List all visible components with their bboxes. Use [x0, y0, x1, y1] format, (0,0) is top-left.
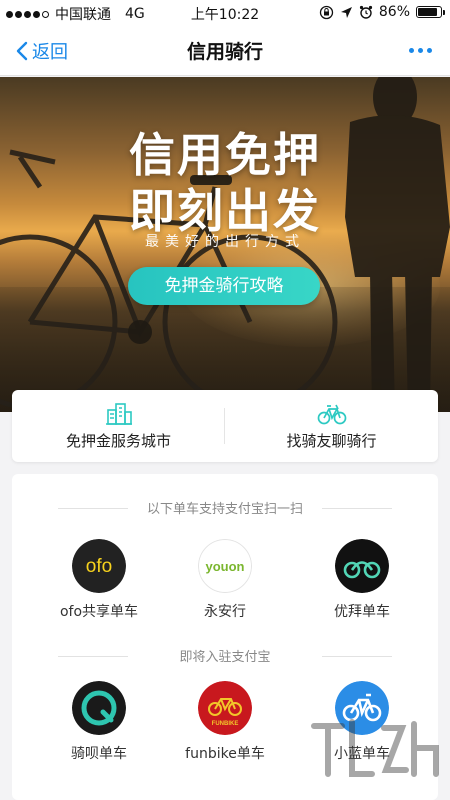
divider-line	[58, 508, 128, 509]
bike-providers-card: 以下单车支持支付宝扫一扫 ofo ofo共享单车 youon 永安行 优拜单车	[12, 474, 438, 800]
bike-item-youon[interactable]: youon 永安行	[155, 539, 295, 621]
navigation-bar: 返回 信用骑行	[0, 26, 450, 76]
ofo-logo-icon: ofo	[72, 539, 126, 593]
find-riders-label: 找骑友聊骑行	[286, 432, 377, 450]
bike-item-funbike[interactable]: FUNBIKE funbike单车	[155, 681, 295, 763]
service-cities-label: 免押金服务城市	[65, 432, 171, 450]
bike-item-ofo[interactable]: ofo ofo共享单车	[29, 539, 169, 621]
deposit-free-guide-button[interactable]: 免押金骑行攻略	[128, 267, 320, 305]
qibei-logo-icon	[72, 681, 126, 735]
bike-name-ofo: ofo共享单车	[59, 604, 139, 620]
youon-logo-icon: youon	[198, 539, 252, 593]
svg-text:FUNBIKE: FUNBIKE	[212, 721, 239, 727]
bike-name-funbike: funbike单车	[185, 746, 265, 762]
bike-item-bluegogo[interactable]: 小蓝单车	[292, 681, 432, 763]
more-options-button[interactable]	[409, 48, 432, 53]
orientation-lock-icon	[319, 5, 334, 19]
svg-text:ofo: ofo	[86, 556, 112, 577]
more-dot-icon	[409, 48, 414, 53]
funbike-logo-icon: FUNBIKE	[198, 681, 252, 735]
coming-section-header: 即将入驻支付宝	[58, 646, 392, 666]
quick-links-card: 免押金服务城市 找骑友聊骑行	[12, 390, 438, 462]
supported-section-title: 以下单车支持支付宝扫一扫	[146, 502, 303, 517]
divider-line	[322, 656, 392, 657]
bike-name-qibei: 骑呗单车	[71, 746, 127, 762]
service-cities-link[interactable]: 免押金服务城市	[12, 390, 225, 462]
bike-name-ubike: 优拜单车	[334, 604, 390, 620]
coming-section-title: 即将入驻支付宝	[179, 650, 271, 665]
bike-name-bluegogo: 小蓝单车	[334, 746, 390, 762]
divider-line	[322, 508, 392, 509]
page-title: 信用骑行	[186, 41, 263, 63]
location-arrow-icon	[340, 6, 352, 18]
status-right: 86%	[319, 4, 445, 20]
bicycle-icon	[317, 404, 346, 425]
alarm-icon	[359, 5, 372, 19]
bike-name-youon: 永安行	[204, 604, 246, 620]
battery-percent: 86%	[378, 4, 410, 20]
more-dot-icon	[427, 48, 432, 53]
divider-line	[58, 656, 128, 657]
battery-fill	[418, 8, 437, 16]
more-dot-icon	[418, 48, 423, 53]
bluegogo-logo-icon	[335, 681, 389, 735]
city-buildings-icon	[105, 403, 132, 425]
bike-item-qibei[interactable]: 骑呗单车	[29, 681, 169, 763]
promo-banner[interactable]: 信用免押 即刻出发 最美好的出行方式 免押金骑行攻略	[0, 77, 450, 412]
find-riders-link[interactable]: 找骑友聊骑行	[225, 390, 438, 462]
banner-subtitle: 最美好的出行方式	[145, 234, 305, 250]
supported-section-header: 以下单车支持支付宝扫一扫	[58, 498, 392, 518]
svg-text:youon: youon	[206, 559, 245, 574]
ubike-logo-icon	[335, 539, 389, 593]
battery-icon	[416, 6, 445, 18]
status-bar: 中国联通 4G 上午10:22 86%	[0, 0, 450, 26]
bike-item-ubike[interactable]: 优拜单车	[292, 539, 432, 621]
